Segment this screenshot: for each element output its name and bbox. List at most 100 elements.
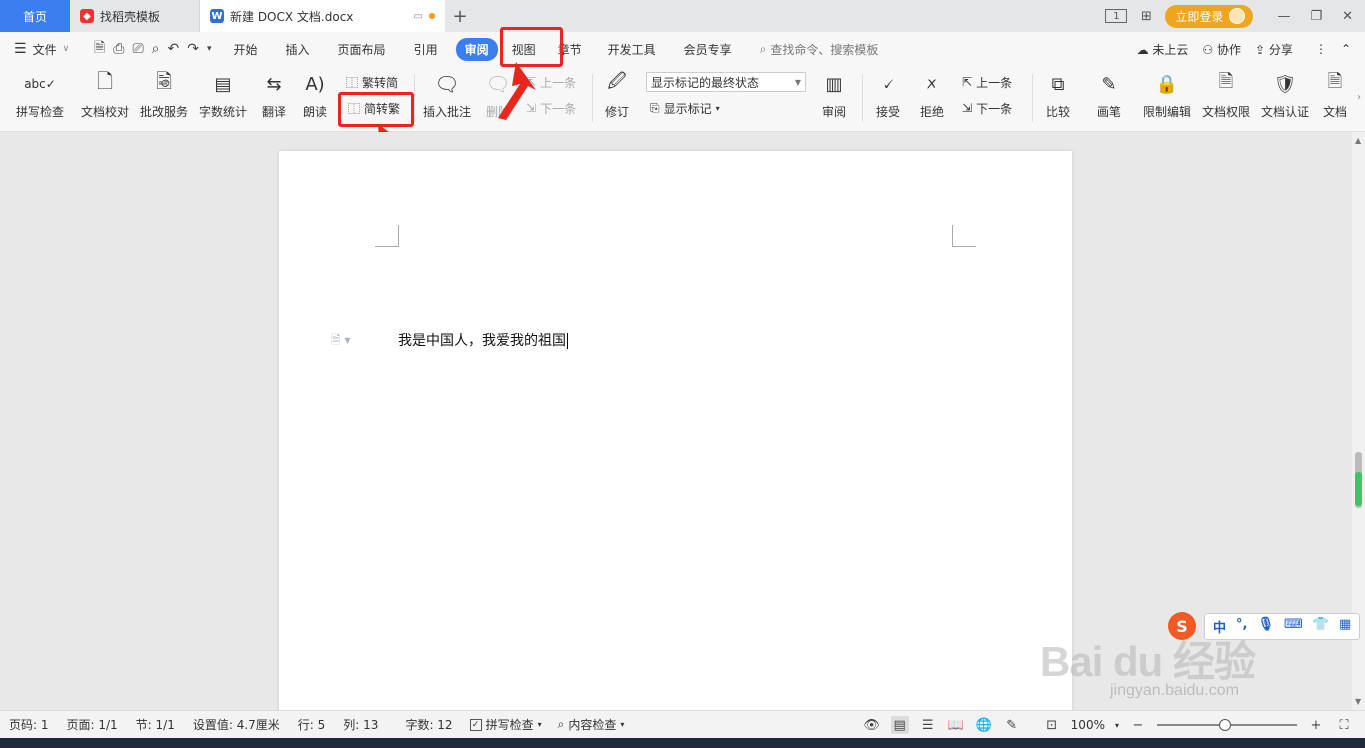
pen-button[interactable]: ✎ 画笔	[1092, 66, 1126, 128]
insert-comment-button[interactable]: 🗨 插入批注	[420, 66, 474, 128]
ime-mode-toggle[interactable]: 中	[1213, 617, 1226, 636]
menu-start[interactable]: 开始	[220, 32, 272, 66]
status-section[interactable]: 节: 1/1	[127, 716, 184, 733]
trad-to-simp-button[interactable]: ⿰ 繁转简	[346, 72, 398, 92]
eye-protection-icon[interactable]: 👁	[863, 716, 881, 734]
menu-insert[interactable]: 插入	[272, 32, 324, 66]
reject-button[interactable]: 🗴 拒绝	[914, 66, 950, 128]
zoom-out-icon[interactable]: −	[1129, 716, 1147, 734]
collab-button[interactable]: ⚇ 协作	[1202, 41, 1241, 58]
status-page-number[interactable]: 页码: 1	[0, 716, 58, 733]
compare-button[interactable]: ⧉ 比较	[1040, 66, 1076, 128]
zoom-level[interactable]: 100%	[1071, 718, 1105, 732]
fullscreen-icon[interactable]: ⛶	[1335, 716, 1353, 734]
doc-more-button[interactable]: 🗎 文档	[1318, 66, 1352, 128]
paragraph-doc-icon[interactable]: 🗎 ▾	[331, 331, 351, 352]
ime-punct-toggle[interactable]: °,	[1236, 617, 1247, 636]
scroll-down-icon[interactable]: ▼	[1355, 697, 1361, 706]
next-change-button[interactable]: ⇲ 下一条	[962, 98, 1012, 118]
fit-page-icon[interactable]: ⊡	[1043, 716, 1061, 734]
menu-member[interactable]: 会员专享	[670, 32, 746, 66]
delete-comment-button[interactable]: 🗨 删除	[480, 66, 516, 128]
ime-bar: 中 °, 🎙 ⌨ 👕 ▦	[1204, 612, 1361, 640]
status-col[interactable]: 列: 13	[334, 716, 387, 733]
menu-review[interactable]: 审阅	[452, 32, 502, 66]
toolbox-grid-icon[interactable]: ▦	[1339, 617, 1351, 636]
ribbon-scroll-right-icon[interactable]: ›	[1353, 66, 1365, 128]
save-icon[interactable]: 🗎	[94, 37, 105, 61]
collab-label: 协作	[1217, 42, 1242, 57]
minimize-icon[interactable]: —	[1277, 9, 1290, 24]
restore-icon[interactable]: ❐	[1310, 9, 1322, 24]
tab-document[interactable]: W 新建 DOCX 文档.docx ▭	[200, 0, 445, 32]
tab-window-icon[interactable]: ▭	[414, 11, 423, 22]
status-word-count[interactable]: 字数: 12	[387, 716, 461, 733]
close-icon[interactable]: ✕	[1342, 9, 1353, 24]
menu-layout[interactable]: 页面布局	[324, 32, 400, 66]
status-row[interactable]: 行: 5	[289, 716, 335, 733]
zoom-slider-knob[interactable]	[1219, 719, 1231, 731]
accept-button[interactable]: 🗸 接受	[870, 66, 906, 128]
show-markup-button[interactable]: ⎘ 显示标记 ▾	[650, 98, 720, 118]
word-count-button[interactable]: ▤ 字数统计	[197, 66, 249, 128]
collapse-ribbon-icon[interactable]: ⌃	[1341, 42, 1351, 56]
page-view-icon[interactable]: 1	[1105, 9, 1128, 23]
more-icon[interactable]: ⋮	[1307, 42, 1327, 56]
print-icon[interactable]: ⎚	[132, 41, 143, 57]
prev-comment-button[interactable]: ⇱ 上一条	[526, 72, 576, 92]
doc-rights-button[interactable]: 🗎 文档权限	[1199, 66, 1253, 128]
search-icon: ⌕	[759, 41, 767, 56]
status-pages[interactable]: 页面: 1/1	[58, 716, 127, 733]
reading-view-icon[interactable]: 📖	[947, 716, 965, 734]
doc-certify-button[interactable]: 🛡 文档认证	[1258, 66, 1312, 128]
os-taskbar	[0, 738, 1365, 748]
web-view-icon[interactable]: 🌐	[975, 716, 993, 734]
document-canvas: 🗎 ▾ 我是中国人，我爱我的祖国	[0, 132, 1352, 731]
status-setting[interactable]: 设置值: 4.7厘米	[184, 716, 289, 733]
spell-check-button[interactable]: abc✓ 拼写检查	[10, 66, 70, 128]
zoom-in-icon[interactable]: +	[1307, 716, 1325, 734]
correction-service-button[interactable]: 🗟 批改服务	[138, 66, 190, 128]
restrict-edit-button[interactable]: 🔒 限制编辑	[1140, 66, 1194, 128]
status-bar: 页码: 1 页面: 1/1 节: 1/1 设置值: 4.7厘米 行: 5 列: …	[0, 710, 1365, 738]
file-menu[interactable]: ☰ 文件 ∨	[0, 41, 86, 58]
next-comment-button[interactable]: ⇲ 下一条	[526, 98, 576, 118]
track-changes-button[interactable]: 🖉 修订	[598, 66, 636, 128]
scroll-up-icon[interactable]: ▲	[1355, 136, 1361, 145]
translate-button[interactable]: ⇆ 翻译	[256, 66, 292, 128]
status-spell-check[interactable]: ✓ 拼写检查 ▾	[462, 716, 550, 733]
sogou-logo-icon[interactable]: S	[1168, 612, 1196, 640]
prev-change-button[interactable]: ⇱ 上一条	[962, 72, 1012, 92]
print-preview-icon[interactable]: ⌕	[152, 41, 160, 57]
customize-chevron-icon[interactable]: ▾	[207, 44, 212, 54]
command-search[interactable]: ⌕ 查找命令、搜索模板	[760, 41, 879, 58]
keyboard-icon[interactable]: ⌨	[1284, 617, 1303, 636]
microphone-icon[interactable]: 🎙	[1257, 617, 1274, 636]
menu-reference[interactable]: 引用	[400, 32, 452, 66]
proofread-button[interactable]: 🗋 文档校对	[78, 66, 132, 128]
export-pdf-icon[interactable]: ⎙	[113, 41, 124, 57]
writing-mode-icon[interactable]: ✎	[1003, 716, 1021, 734]
grid-apps-icon[interactable]: ⊞	[1137, 7, 1155, 25]
menu-developer[interactable]: 开发工具	[594, 32, 670, 66]
document-page[interactable]: 🗎 ▾ 我是中国人，我爱我的祖国	[279, 151, 1072, 731]
new-tab-button[interactable]: +	[445, 0, 475, 32]
markup-state-select[interactable]: 显示标记的最终状态 ▼	[646, 72, 806, 92]
skin-shirt-icon[interactable]: 👕	[1313, 617, 1329, 636]
margin-corner-right	[952, 225, 976, 247]
status-content-check[interactable]: ⌕ 内容检查 ▾	[550, 716, 633, 733]
read-aloud-button[interactable]: A) 朗读	[300, 66, 330, 128]
page-view-mode-icon[interactable]: ▤	[890, 716, 909, 734]
tab-template[interactable]: ◆ 找稻壳模板	[70, 0, 200, 32]
redo-icon[interactable]: ↷	[187, 41, 199, 57]
outline-view-icon[interactable]: ☰	[919, 716, 937, 734]
quick-access-toolbar: 🗎 ⎙ ⎚ ⌕ ↶ ↷ ▾	[86, 37, 220, 61]
undo-icon[interactable]: ↶	[168, 41, 180, 57]
review-pane-button[interactable]: ▥ 审阅	[816, 66, 852, 128]
zoom-slider[interactable]	[1157, 719, 1297, 731]
tab-home[interactable]: 首页	[0, 0, 70, 32]
cloud-status[interactable]: ☁ 未上云	[1137, 41, 1189, 58]
document-body-text[interactable]: 我是中国人，我爱我的祖国	[398, 330, 568, 350]
login-button[interactable]: 立即登录	[1165, 4, 1254, 28]
share-button[interactable]: ⇪ 分享	[1255, 41, 1293, 58]
